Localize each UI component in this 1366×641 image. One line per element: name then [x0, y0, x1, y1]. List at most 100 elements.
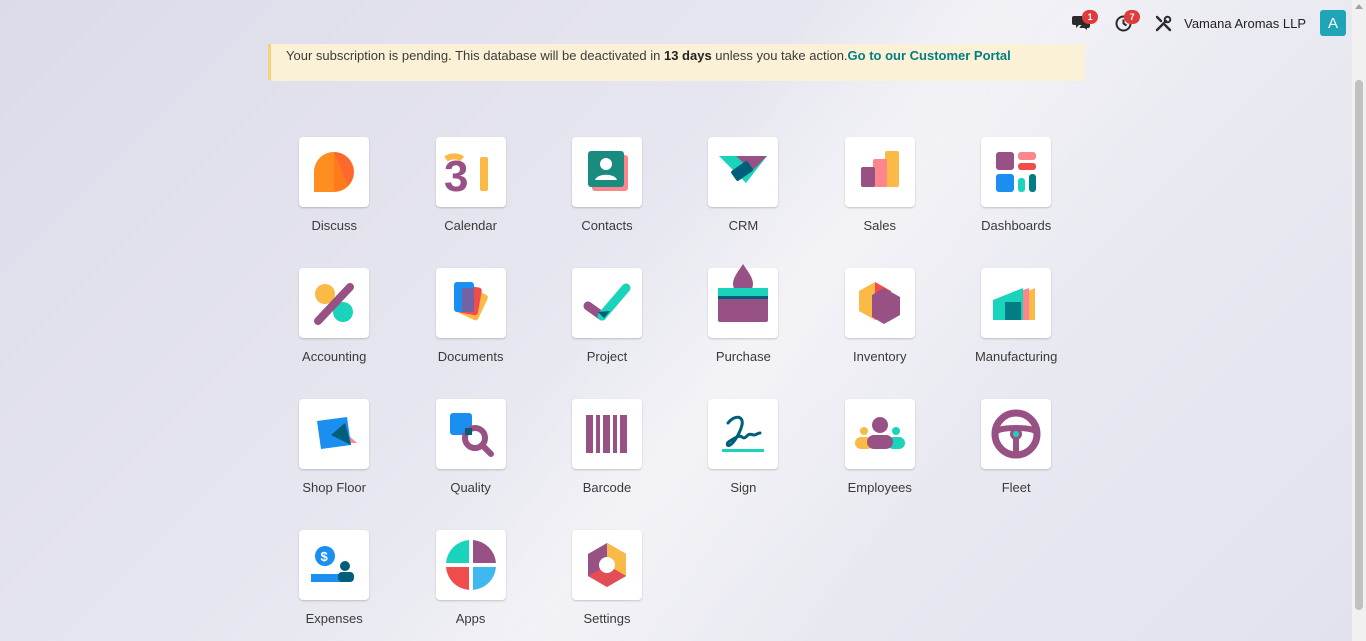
- app-tile[interactable]: [844, 399, 915, 469]
- app-purchase[interactable]: Purchase: [675, 264, 811, 399]
- app-sales[interactable]: Sales: [812, 137, 948, 268]
- app-tile[interactable]: [299, 268, 370, 338]
- banner-text-after: unless you take action.: [711, 48, 848, 63]
- app-label: Shop Floor: [302, 480, 366, 495]
- debug-tools-button[interactable]: [1148, 0, 1178, 46]
- project-icon: [583, 283, 631, 321]
- app-label: Expenses: [305, 611, 363, 626]
- app-dashboards[interactable]: Dashboards: [948, 137, 1084, 268]
- app-label: Calendar: [444, 218, 497, 233]
- scroll-up-arrow-icon[interactable]: [1355, 4, 1363, 9]
- top-navbar: 1 7 Vamana Aromas LLP A: [0, 0, 1352, 46]
- app-contacts[interactable]: Contacts: [539, 137, 675, 268]
- app-tile[interactable]: [571, 530, 642, 600]
- app-accounting[interactable]: Accounting: [266, 268, 402, 399]
- app-label: Employees: [847, 480, 912, 495]
- activities-button[interactable]: 7: [1108, 0, 1141, 46]
- app-tile[interactable]: [435, 268, 506, 338]
- app-label: Manufacturing: [974, 349, 1058, 364]
- app-tile[interactable]: [981, 399, 1052, 469]
- app-label: Inventory: [853, 349, 907, 364]
- app-tile[interactable]: [981, 137, 1052, 207]
- tools-icon: [1155, 15, 1171, 31]
- app-tile[interactable]: [708, 137, 779, 207]
- banner-days: 13 days: [663, 48, 712, 63]
- app-tile[interactable]: [435, 530, 506, 600]
- app-label: Documents: [437, 349, 504, 364]
- settings-icon: [587, 543, 626, 587]
- dashboards-icon: [996, 152, 1037, 192]
- app-label: Accounting: [302, 349, 367, 364]
- app-manufacturing[interactable]: Manufacturing: [948, 268, 1084, 399]
- app-expenses[interactable]: $ Expenses: [266, 530, 402, 641]
- app-label: Sales: [863, 218, 897, 233]
- app-tile[interactable]: [708, 399, 779, 469]
- app-tile[interactable]: [981, 268, 1052, 338]
- scrollbar-thumb[interactable]: [1355, 80, 1363, 610]
- app-label: Barcode: [582, 480, 632, 495]
- accounting-icon: [314, 283, 355, 325]
- app-label: Apps: [455, 611, 486, 626]
- app-label: Project: [586, 349, 628, 364]
- app-tile[interactable]: [571, 268, 642, 338]
- barcode-icon: [585, 415, 627, 453]
- company-switcher[interactable]: Vamana Aromas LLP: [1184, 16, 1306, 31]
- app-quality[interactable]: Quality: [402, 399, 538, 530]
- app-tile[interactable]: [299, 399, 370, 469]
- app-tile[interactable]: [708, 264, 779, 338]
- sales-icon: [860, 151, 899, 187]
- crm-icon: [719, 156, 768, 183]
- sign-icon: [722, 415, 765, 452]
- app-apps[interactable]: Apps: [402, 530, 538, 641]
- app-tile[interactable]: [571, 399, 642, 469]
- app-crm[interactable]: CRM: [675, 137, 811, 268]
- contacts-icon: [587, 151, 628, 191]
- app-label: Settings: [583, 611, 631, 626]
- app-employees[interactable]: Employees: [812, 399, 948, 530]
- messages-button[interactable]: 1: [1066, 0, 1099, 46]
- expenses-icon: $: [311, 546, 355, 582]
- subscription-warning-banner: Your subscription is pending. This datab…: [268, 44, 1085, 81]
- fleet-icon: [991, 409, 1041, 459]
- shop-floor-icon: [317, 417, 358, 449]
- documents-icon: [453, 282, 488, 321]
- app-shop-floor[interactable]: Shop Floor: [266, 399, 402, 530]
- inventory-icon: [858, 282, 900, 324]
- app-label: Dashboards: [981, 218, 1052, 233]
- app-tile[interactable]: [299, 137, 370, 207]
- app-calendar[interactable]: 3 Calendar: [402, 137, 538, 268]
- activities-count-badge: 7: [1124, 10, 1141, 24]
- app-label: Sign: [730, 480, 757, 495]
- app-tile[interactable]: [435, 399, 506, 469]
- customer-portal-link[interactable]: Go to our Customer Portal: [848, 48, 1011, 63]
- app-inventory[interactable]: Inventory: [812, 268, 948, 399]
- app-label: Purchase: [715, 349, 771, 364]
- user-avatar[interactable]: A: [1320, 10, 1346, 36]
- apps-icon: [445, 540, 496, 590]
- discuss-icon: [314, 152, 355, 192]
- svg-text:$: $: [321, 549, 329, 564]
- app-label: Contacts: [581, 218, 633, 233]
- app-label: Discuss: [311, 218, 357, 233]
- banner-text-before: Your subscription is pending. This datab…: [286, 48, 664, 63]
- app-fleet[interactable]: Fleet: [948, 399, 1084, 530]
- quality-icon: [449, 413, 494, 457]
- app-tile[interactable]: [844, 268, 915, 338]
- app-tile[interactable]: 3: [435, 137, 506, 207]
- app-grid: Discuss 3 Calendar Contacts CRM Sales Da…: [266, 137, 1084, 641]
- app-label: Fleet: [1001, 480, 1031, 495]
- app-discuss[interactable]: Discuss: [266, 137, 402, 268]
- messages-count-badge: 1: [1082, 10, 1099, 24]
- manufacturing-icon: [993, 288, 1036, 320]
- app-tile[interactable]: [844, 137, 915, 207]
- employees-icon: [854, 417, 905, 449]
- vertical-scrollbar[interactable]: [1352, 0, 1366, 641]
- app-label: CRM: [728, 218, 759, 233]
- app-tile[interactable]: $: [299, 530, 370, 600]
- app-project[interactable]: Project: [539, 268, 675, 399]
- app-tile[interactable]: [571, 137, 642, 207]
- app-settings[interactable]: Settings: [539, 530, 675, 641]
- app-documents[interactable]: Documents: [402, 268, 538, 399]
- app-sign[interactable]: Sign: [675, 399, 811, 530]
- app-barcode[interactable]: Barcode: [539, 399, 675, 530]
